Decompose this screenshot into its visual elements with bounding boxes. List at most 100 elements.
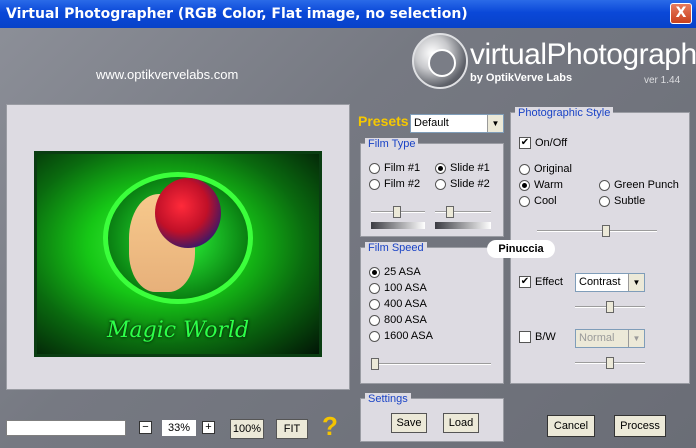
film-speed-option[interactable]: 100 ASA <box>369 282 427 294</box>
style-option[interactable]: Warm <box>519 179 563 191</box>
bw-checkbox[interactable] <box>519 331 531 343</box>
radio-film-2[interactable] <box>369 178 380 190</box>
slider-thumb[interactable] <box>606 301 614 313</box>
onoff-toggle[interactable]: ✔ On/Off <box>519 137 567 149</box>
radio-green-punch[interactable] <box>599 179 610 191</box>
radio-subtle[interactable] <box>599 195 610 207</box>
radio-slide-1[interactable] <box>435 162 446 174</box>
radio-label: 1600 ASA <box>384 330 433 342</box>
logo-subtitle: by OptikVerve Labs <box>470 72 573 84</box>
radio-25-asa[interactable] <box>369 266 380 278</box>
artwork-hair <box>155 178 221 248</box>
film-speed-option[interactable]: 800 ASA <box>369 314 427 326</box>
film-type-option[interactable]: Slide #2 <box>435 178 490 190</box>
chevron-down-icon: ▼ <box>628 330 644 347</box>
chevron-down-icon: ▼ <box>487 115 503 132</box>
photographic-style-title: Photographic Style <box>515 107 614 119</box>
radio-label: Slide #1 <box>450 162 490 174</box>
film-type-group: Film Type Film #1 Slide #1 Film #2 Slide… <box>360 138 504 237</box>
radio-800-asa[interactable] <box>369 314 380 326</box>
onoff-checkbox[interactable]: ✔ <box>519 137 531 149</box>
settings-group: Settings Save Load <box>360 393 504 442</box>
radio-warm[interactable] <box>519 179 530 191</box>
style-option[interactable]: Green Punch <box>599 179 679 191</box>
progress-bar <box>6 420 126 436</box>
bw-strength-slider[interactable] <box>575 357 645 369</box>
presets-select[interactable]: Default ▼ <box>410 114 504 133</box>
zoom-out-button[interactable]: − <box>139 421 152 434</box>
zoom-in-button[interactable]: + <box>202 421 215 434</box>
radio-label: Film #1 <box>384 162 421 174</box>
radio-label: 25 ASA <box>384 266 421 278</box>
slider-thumb[interactable] <box>606 357 614 369</box>
zoom-100-button[interactable]: 100% <box>230 419 264 439</box>
effect-checkbox[interactable]: ✔ <box>519 276 531 288</box>
slider-thumb[interactable] <box>602 225 610 237</box>
process-button[interactable]: Process <box>614 415 666 437</box>
radio-slide-2[interactable] <box>435 178 446 190</box>
effect-toggle[interactable]: ✔ Effect <box>519 276 563 288</box>
effect-strength-slider[interactable] <box>575 301 645 313</box>
slider-track <box>537 230 657 232</box>
bw-select: Normal ▼ <box>575 329 645 348</box>
radio-original[interactable] <box>519 163 530 175</box>
film-speed-slider[interactable] <box>371 358 491 370</box>
zoom-fit-button[interactable]: FIT <box>276 419 308 439</box>
slider-track <box>435 211 491 213</box>
radio-400-asa[interactable] <box>369 298 380 310</box>
logo-icon <box>412 33 468 89</box>
save-button[interactable]: Save <box>391 413 427 433</box>
bw-toggle[interactable]: B/W <box>519 331 556 343</box>
film-type-option[interactable]: Film #1 <box>369 162 420 174</box>
radio-label: 100 ASA <box>384 282 427 294</box>
cancel-button[interactable]: Cancel <box>547 415 595 437</box>
film-type-slider-right[interactable] <box>435 206 491 218</box>
load-button[interactable]: Load <box>443 413 479 433</box>
film-speed-option[interactable]: 400 ASA <box>369 298 427 310</box>
style-strength-slider[interactable] <box>537 225 657 237</box>
website-url[interactable]: www.optikvervelabs.com <box>96 67 238 82</box>
film-type-gradient-right <box>435 222 491 229</box>
preview-image[interactable]: Magic World <box>34 151 322 357</box>
window-title: Virtual Photographer (RGB Color, Flat im… <box>6 6 468 22</box>
settings-title: Settings <box>365 393 411 405</box>
version-label: ver 1.44 <box>644 75 681 86</box>
onoff-label: On/Off <box>535 137 568 149</box>
film-type-gradient-left <box>371 222 425 229</box>
chevron-down-icon: ▼ <box>628 274 644 291</box>
slider-thumb[interactable] <box>446 206 454 218</box>
film-speed-option[interactable]: 1600 ASA <box>369 330 433 342</box>
radio-label: Cool <box>534 195 557 207</box>
radio-film-1[interactable] <box>369 162 380 174</box>
radio-cool[interactable] <box>519 195 530 207</box>
radio-label: 800 ASA <box>384 314 427 326</box>
radio-label: 400 ASA <box>384 298 427 310</box>
effect-select[interactable]: Contrast ▼ <box>575 273 645 292</box>
slider-thumb[interactable] <box>371 358 379 370</box>
film-type-option[interactable]: Film #2 <box>369 178 420 190</box>
radio-1600-asa[interactable] <box>369 330 380 342</box>
title-bar: Virtual Photographer (RGB Color, Flat im… <box>0 0 696 28</box>
close-button[interactable]: X <box>670 3 692 24</box>
preview-panel: Magic World <box>6 104 350 390</box>
film-type-option[interactable]: Slide #1 <box>435 162 490 174</box>
style-option[interactable]: Cool <box>519 195 557 207</box>
radio-label: Slide #2 <box>450 178 490 190</box>
film-speed-option[interactable]: 25 ASA <box>369 266 421 278</box>
watermark-label: Pinuccia <box>487 240 555 258</box>
zoom-level: 33% <box>162 420 196 436</box>
radio-100-asa[interactable] <box>369 282 380 294</box>
radio-label: Subtle <box>614 195 646 207</box>
effect-label: Effect <box>535 276 563 288</box>
film-type-title: Film Type <box>365 138 419 150</box>
logo-text: virtualPhotographer <box>470 38 696 71</box>
help-icon[interactable]: ? <box>322 411 338 442</box>
style-option[interactable]: Subtle <box>599 195 645 207</box>
slider-thumb[interactable] <box>393 206 401 218</box>
zoom-bar: − 33% + 100% FIT ? <box>0 410 356 448</box>
radio-label: Green Punch <box>614 179 679 191</box>
film-type-slider-left[interactable] <box>371 206 425 218</box>
bw-label: B/W <box>535 331 556 343</box>
style-option[interactable]: Original <box>519 163 572 175</box>
slider-track <box>371 363 491 365</box>
